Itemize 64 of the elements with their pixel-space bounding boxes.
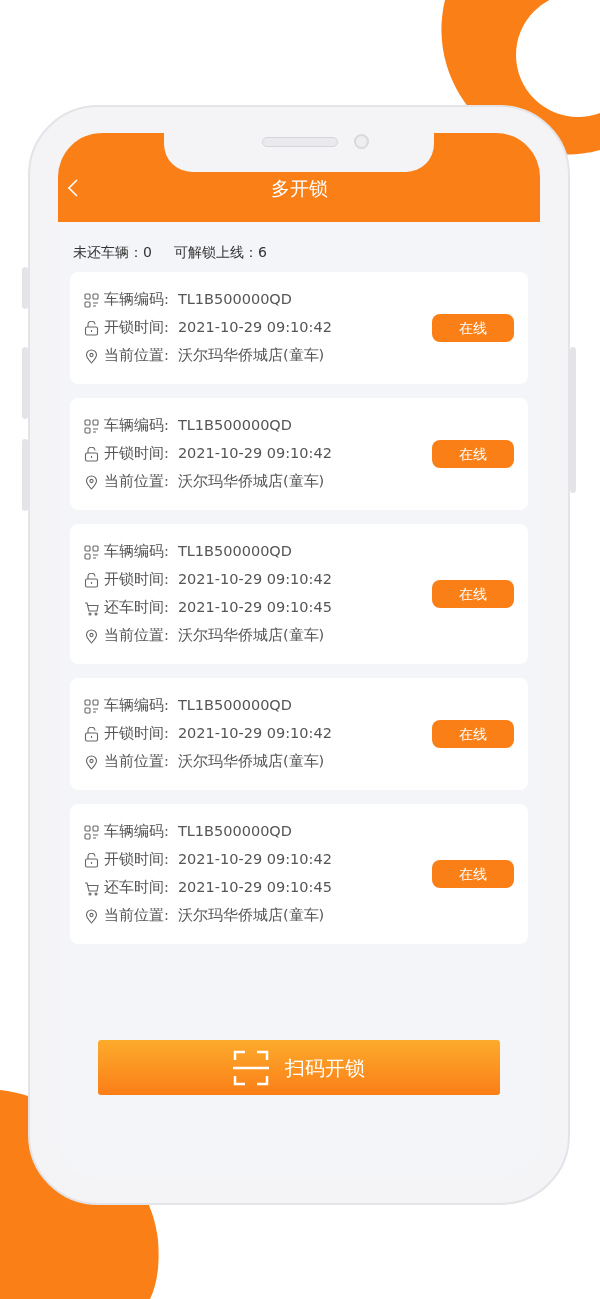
field-value: 2021-10-29 09:10:42 [177, 444, 332, 464]
page-title: 多开锁 [270, 176, 328, 201]
field-label: 开锁时间: [104, 318, 169, 338]
unlock-icon [84, 726, 99, 742]
field-value: 沃尔玛华侨城店(童车) [177, 906, 325, 926]
field-label: 车辆编码: [104, 696, 169, 716]
field-value: TL1B500000QD [177, 822, 292, 842]
field-value: 2021-10-29 09:10:45 [177, 598, 332, 618]
field-label: 当前位置: [104, 626, 169, 646]
scan-unlock-button[interactable]: 扫码开锁 [98, 1040, 500, 1095]
summary-label: 可解锁上线： [173, 243, 258, 260]
field-value: TL1B500000QD [177, 416, 292, 436]
field-label: 开锁时间: [104, 444, 169, 464]
field-value: 沃尔玛华侨城店(童车) [177, 626, 325, 646]
field-value: 沃尔玛华侨城店(童车) [177, 752, 325, 772]
field-label: 开锁时间: [104, 570, 169, 590]
unlock-icon [84, 852, 99, 868]
field-value: TL1B500000QD [177, 696, 292, 716]
field-label: 当前位置: [104, 346, 169, 366]
field-label: 当前位置: [104, 752, 169, 772]
vehicle-code-icon [84, 698, 99, 714]
location-pin-icon [84, 754, 99, 770]
status-button[interactable]: 在线 [432, 580, 514, 608]
field-value: 2021-10-29 09:10:42 [177, 318, 332, 338]
field-label: 还车时间: [104, 878, 169, 898]
field-value: 沃尔玛华侨城店(童车) [177, 472, 325, 492]
status-button[interactable]: 在线 [432, 720, 514, 748]
field-value: 2021-10-29 09:10:42 [177, 570, 332, 590]
field-label: 车辆编码: [104, 822, 169, 842]
field-label: 当前位置: [104, 906, 169, 926]
scan-icon [233, 1049, 269, 1086]
field-value: TL1B500000QD [177, 290, 292, 310]
field-value: 2021-10-29 09:10:45 [177, 878, 332, 898]
status-button[interactable]: 在线 [432, 860, 514, 888]
field-label: 车辆编码: [104, 416, 169, 436]
vehicle-code-icon [84, 544, 99, 560]
field-value: 2021-10-29 09:10:42 [177, 724, 332, 744]
field-value: TL1B500000QD [177, 542, 292, 562]
summary-label: 未还车辆： [73, 243, 143, 260]
vehicle-code-icon [84, 824, 99, 840]
status-button[interactable]: 在线 [432, 440, 514, 468]
summary-value: 6 [257, 243, 267, 260]
location-pin-icon [84, 628, 99, 644]
vehicle-code-icon [84, 418, 99, 434]
unlock-icon [84, 320, 99, 336]
vehicle-code-icon [84, 292, 99, 308]
summary-value: 0 [143, 243, 152, 260]
location-pin-icon [84, 474, 99, 490]
field-label: 车辆编码: [104, 542, 169, 562]
back-icon[interactable] [68, 179, 78, 197]
unlock-icon [84, 446, 99, 462]
field-label: 还车时间: [104, 598, 169, 618]
field-label: 当前位置: [104, 472, 169, 492]
field-label: 开锁时间: [104, 850, 169, 870]
location-pin-icon [84, 348, 99, 364]
unlock-icon [84, 572, 99, 588]
cart-icon [84, 880, 99, 896]
cart-icon [84, 600, 99, 616]
location-pin-icon [84, 908, 99, 924]
field-label: 开锁时间: [104, 724, 169, 744]
field-label: 车辆编码: [104, 290, 169, 310]
field-value: 沃尔玛华侨城店(童车) [177, 346, 325, 366]
status-button[interactable]: 在线 [432, 314, 514, 342]
field-value: 2021-10-29 09:10:42 [177, 850, 332, 870]
